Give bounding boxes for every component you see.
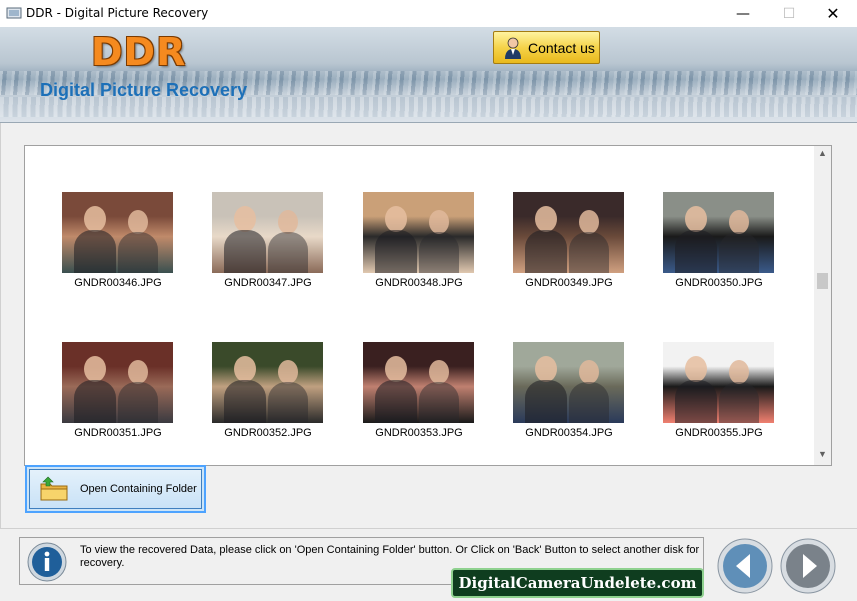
- app-icon: [6, 7, 22, 19]
- info-icon: [27, 542, 67, 582]
- window-border: [0, 123, 1, 528]
- photo-preview: [663, 192, 774, 273]
- file-name-label: GNDR00350.JPG: [675, 277, 763, 289]
- scroll-down-arrow-icon[interactable]: ▼: [814, 449, 831, 463]
- file-thumbnail[interactable]: GNDR00352.JPG: [212, 342, 324, 439]
- file-name-label: GNDR00354.JPG: [525, 427, 613, 439]
- photo-preview: [513, 192, 624, 273]
- minimize-button[interactable]: —: [720, 0, 766, 27]
- photo-preview: [363, 342, 474, 423]
- back-button[interactable]: [717, 538, 773, 594]
- file-name-label: GNDR00351.JPG: [74, 427, 162, 439]
- photo-preview: [663, 342, 774, 423]
- photo-preview: [62, 192, 173, 273]
- recovered-files-gallery[interactable]: GNDR00346.JPG GNDR00347.JPG GNDR00348.JPG G…: [24, 145, 832, 466]
- website-watermark: DigitalCameraUndelete.com: [451, 568, 704, 598]
- person-icon: [505, 37, 521, 59]
- file-thumbnail[interactable]: GNDR00353.JPG: [363, 342, 475, 439]
- app-subtitle: Digital Picture Recovery: [40, 80, 248, 100]
- file-name-label: GNDR00349.JPG: [525, 277, 613, 289]
- open-containing-folder-button[interactable]: Open Containing Folder: [29, 469, 202, 509]
- title-bar: DDR - Digital Picture Recovery — ☐ ✕: [0, 0, 857, 27]
- photo-preview: [363, 192, 474, 273]
- file-thumbnail[interactable]: GNDR00354.JPG: [513, 342, 625, 439]
- open-folder-icon: [40, 476, 68, 501]
- file-thumbnail[interactable]: GNDR00351.JPG: [62, 342, 174, 439]
- window-title: DDR - Digital Picture Recovery: [26, 6, 209, 20]
- next-button[interactable]: [780, 538, 836, 594]
- file-thumbnail[interactable]: GNDR00347.JPG: [212, 192, 324, 289]
- file-name-label: GNDR00352.JPG: [224, 427, 312, 439]
- file-name-label: GNDR00346.JPG: [74, 277, 162, 289]
- photo-preview: [62, 342, 173, 423]
- info-message-text: To view the recovered Data, please click…: [80, 544, 700, 569]
- scroll-up-arrow-icon[interactable]: ▲: [814, 148, 831, 162]
- open-folder-button-focus: Open Containing Folder: [25, 465, 206, 513]
- file-thumbnail[interactable]: GNDR00350.JPG: [663, 192, 775, 289]
- app-logo: DDR: [91, 30, 187, 74]
- file-name-label: GNDR00348.JPG: [375, 277, 463, 289]
- close-button[interactable]: ✕: [810, 0, 856, 27]
- file-thumbnail[interactable]: GNDR00349.JPG: [513, 192, 625, 289]
- contact-us-button[interactable]: Contact us: [493, 31, 600, 64]
- photo-preview: [513, 342, 624, 423]
- file-thumbnail[interactable]: GNDR00355.JPG: [663, 342, 775, 439]
- file-name-label: GNDR00355.JPG: [675, 427, 763, 439]
- file-thumbnail[interactable]: GNDR00348.JPG: [363, 192, 475, 289]
- scroll-thumb[interactable]: [817, 273, 828, 289]
- file-name-label: GNDR00353.JPG: [375, 427, 463, 439]
- file-thumbnail[interactable]: GNDR00346.JPG: [62, 192, 174, 289]
- contact-us-label: Contact us: [528, 39, 595, 56]
- photo-preview: [212, 342, 323, 423]
- vertical-scrollbar[interactable]: ▲ ▼: [814, 146, 831, 465]
- file-name-label: GNDR00347.JPG: [224, 277, 312, 289]
- photo-preview: [212, 192, 323, 273]
- maximize-button[interactable]: ☐: [766, 0, 812, 27]
- open-folder-label: Open Containing Folder: [80, 483, 197, 495]
